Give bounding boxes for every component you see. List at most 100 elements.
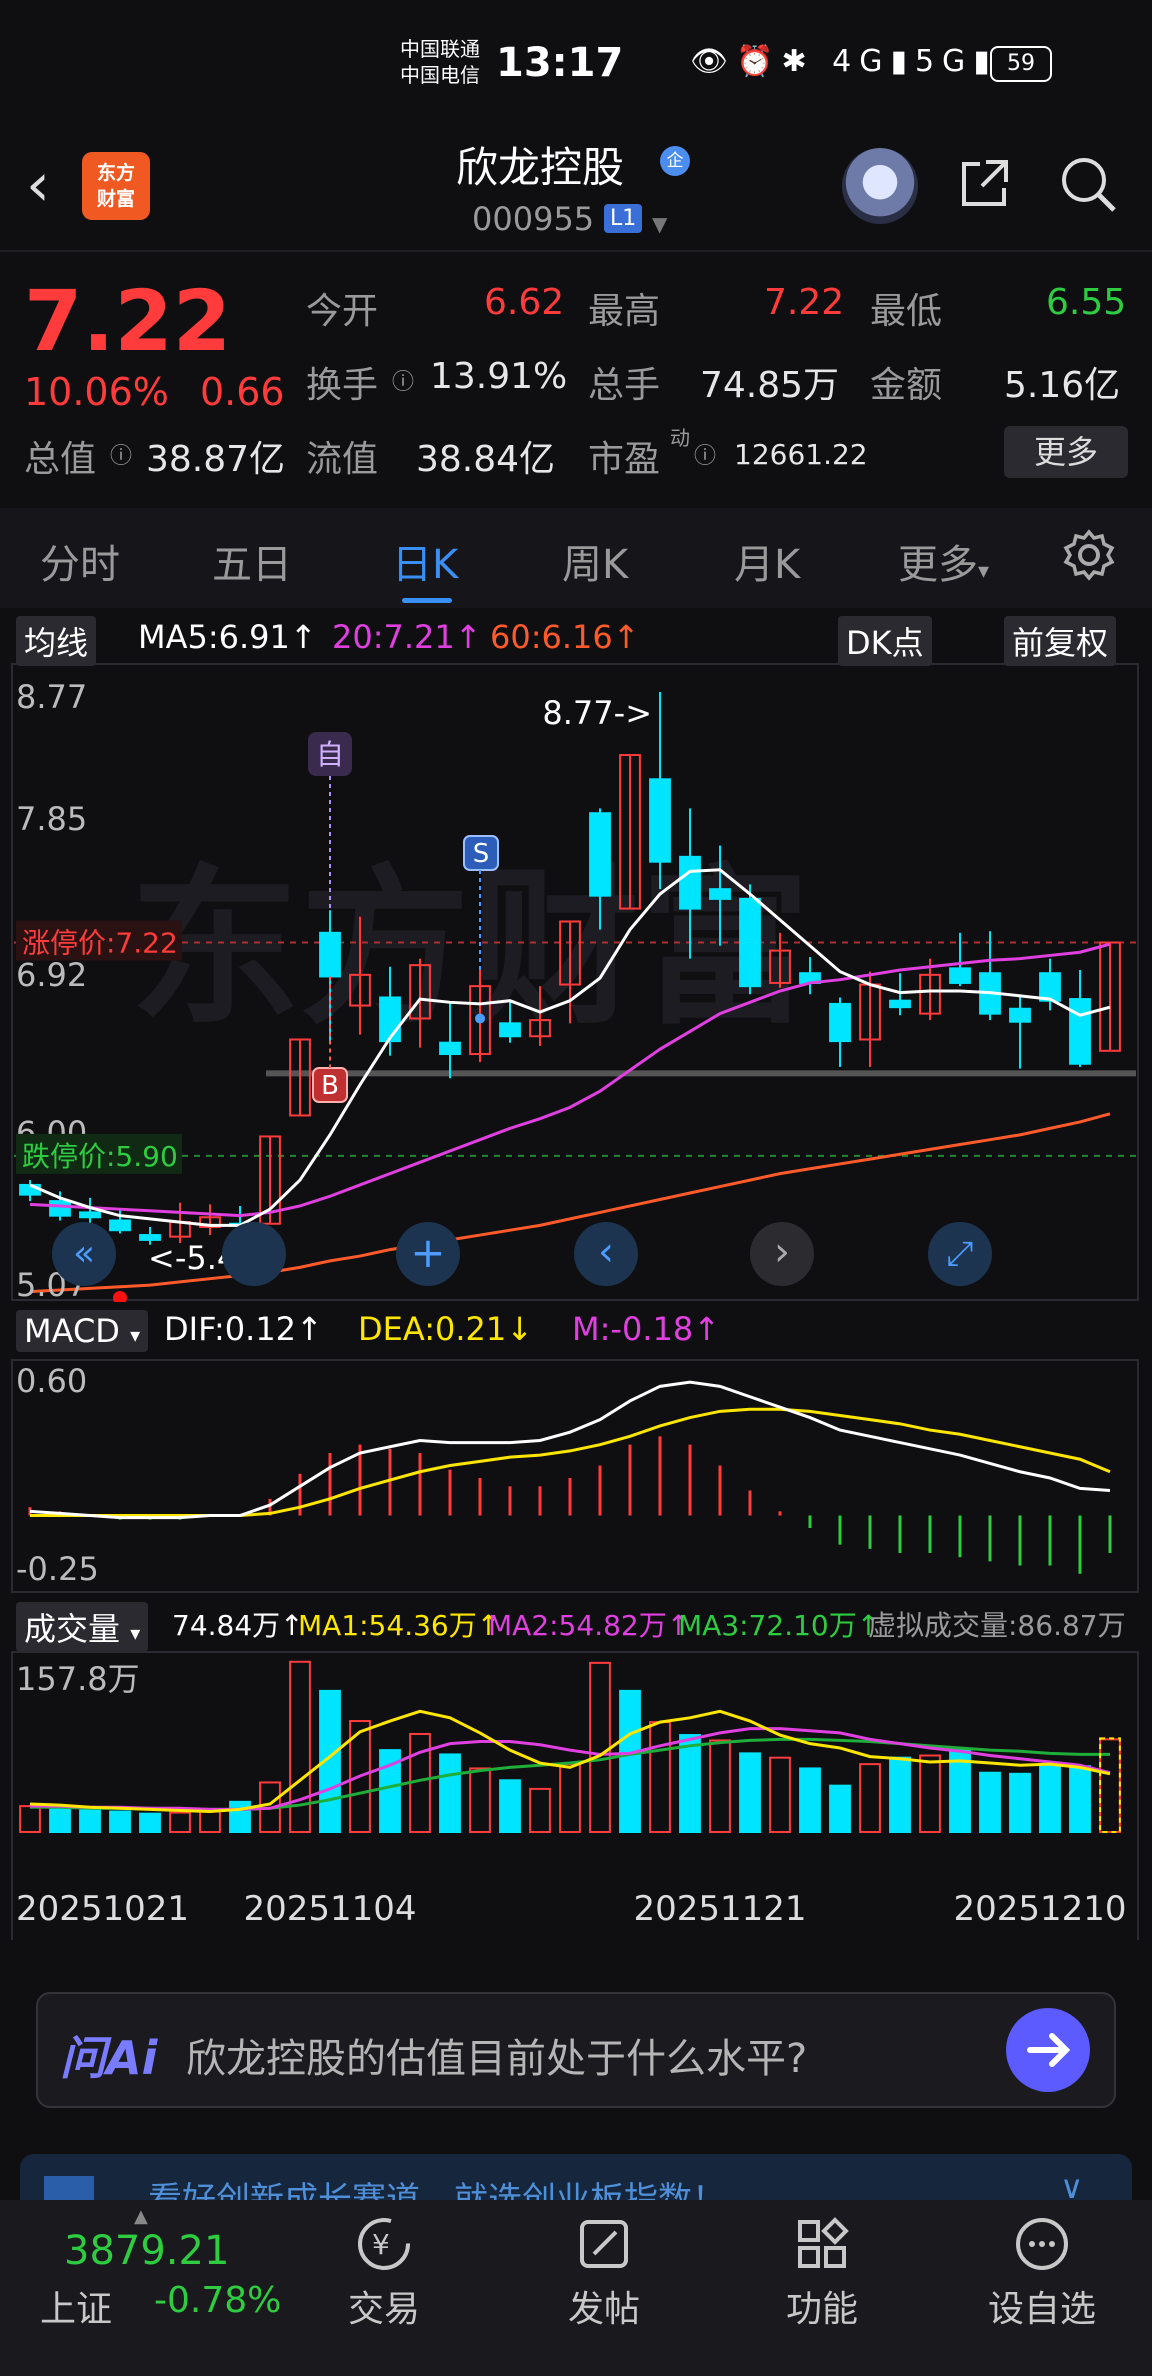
vol-ma2-line [30,1727,1111,1811]
limit-up-label: 涨停价:7.22 [22,927,178,960]
volume-bar [769,1756,791,1833]
index-change[interactable]: -0.78% [154,2280,281,2321]
candle-body [709,888,731,900]
tab-more-label: 更多 [898,542,978,588]
dk-point-button[interactable]: DK点 [838,616,932,666]
macd-name: MACD [24,1312,120,1350]
share-icon[interactable] [958,156,1012,210]
ai-submit-button[interactable] [1006,2008,1090,2092]
volume-bar [979,1771,1001,1833]
volume-bar [469,1767,491,1833]
volume-selector[interactable]: 成交量 ▾ [16,1602,149,1652]
adjust-button[interactable]: 前复权 [1004,616,1117,666]
trade-icon: ¥ [358,2218,410,2270]
volume-bar [589,1661,611,1834]
zoom-in-icon[interactable]: + [396,1222,460,1286]
battery-icon: 59 [990,46,1052,82]
macd-chart[interactable]: 0.60 -0.25 [0,1358,1152,1594]
scroll-left-icon[interactable]: ‹ [574,1222,638,1286]
min-dot [113,1291,127,1302]
back-icon[interactable]: ‹ [26,150,50,220]
tab-more[interactable]: 更多▾ [898,532,989,590]
volume-chart[interactable]: 157.8万 20251021 20251104 20251121 20251210 [0,1650,1152,1960]
vol-legend: 74.84万↑ [172,1609,304,1642]
arrow-right-icon [1027,2033,1071,2067]
pe-sup: 动 [670,426,690,450]
m-legend: M:-0.18↑ [572,1310,720,1348]
header-divider [0,250,1152,252]
index-name[interactable]: 上证 [40,2280,112,2332]
volume-value: 74.85万 [700,365,840,406]
tab-month-k[interactable]: 月K [734,532,800,590]
settings-gear-icon[interactable] [1062,528,1116,582]
level-badge[interactable]: L1 [604,204,643,233]
tab-five-day[interactable]: 五日 [212,532,292,590]
info-icon[interactable]: ⓘ [694,438,716,470]
ai-prompt[interactable]: 欣龙控股的估值目前处于什么水平? [186,2026,807,2084]
zoom-out-icon[interactable] [222,1222,286,1286]
nav-watchlist[interactable]: 设自选 [962,2212,1122,2332]
stock-name: 欣龙控股 [456,143,625,192]
x-axis-date: 20251210 [953,1889,1126,1929]
robot-assistant-icon[interactable] [842,148,918,224]
self-mark-label: 自 [316,738,344,771]
vol-ma1-line [29,1709,1111,1814]
volume-bar [229,1800,251,1834]
code-dropdown-icon[interactable]: ▼ [652,212,667,236]
nav-trade-label: 交易 [347,2289,420,2330]
status-bar: 中国联通 中国电信 13:17 👁⏰✱ 4G▮5G▮ 59 [0,0,1152,130]
volume-bar [1009,1772,1031,1833]
info-icon[interactable]: ⓘ [110,438,132,470]
scroll-far-left-icon[interactable]: « [52,1222,116,1286]
y-tick-label: 7.85 [16,800,87,838]
candle-body [319,931,341,978]
ma20-legend: 20:7.21↑ [332,618,482,656]
change-percent: 10.06% [24,370,169,414]
x-axis-date: 20251121 [633,1889,806,1929]
open-label: 今开 [306,291,379,332]
volume-bar [499,1779,521,1833]
macd-y-bottom: -0.25 [16,1550,99,1588]
candle-body [739,897,761,988]
nav-functions-label: 功能 [785,2289,858,2330]
scroll-right-icon[interactable]: › [750,1222,814,1286]
index-value[interactable]: 3879.21 [64,2228,229,2274]
volume-label: 总手 [588,365,661,406]
candlestick-chart[interactable]: 东方财富 8.777.856.926.005.07涨停价:7.22跌停价:5.9… [0,662,1152,1302]
nav-post[interactable]: 发帖 [524,2212,684,2332]
nav-functions[interactable]: 功能 [742,2212,902,2332]
candle-body [499,1022,521,1038]
turnover-value: 13.91% [430,356,568,397]
ma-indicator-selector[interactable]: 均线 [16,616,97,666]
high-value: 7.22 [764,282,845,323]
candle-body [1009,1007,1031,1023]
volume-bar [799,1767,821,1833]
carrier-info: 中国联通 中国电信 [400,36,480,88]
info-icon[interactable]: ⓘ [392,364,414,396]
nav-trade[interactable]: ¥ 交易 [304,2212,464,2332]
candle-body [649,778,671,863]
tab-day-k[interactable]: 日K [392,532,458,590]
macd-frame [11,1359,1139,1593]
ma60-legend: 60:6.16↑ [490,618,640,656]
stock-code[interactable]: 000955 [472,200,594,238]
fullscreen-icon[interactable]: ⤢ [928,1222,992,1286]
mktcap-value: 38.87亿 [146,439,286,480]
dif-legend: DIF:0.12↑ [164,1310,323,1348]
volume-bar [139,1812,161,1834]
search-icon[interactable] [1058,154,1118,214]
sell-mark-dot [475,1013,485,1024]
carrier-1: 中国联通 [400,37,480,61]
volume-bar [199,1809,221,1833]
macd-selector[interactable]: MACD ▾ [16,1310,149,1352]
low-value: 6.55 [1046,282,1127,323]
tab-intraday[interactable]: 分时 [40,532,120,590]
candle-body [829,1002,851,1043]
clock: 13:17 [496,40,624,86]
volume-bar [49,1807,71,1834]
tab-week-k[interactable]: 周K [562,532,628,590]
more-button[interactable]: 更多 [1004,426,1128,478]
volume-bar [169,1811,191,1834]
volume-bar [619,1689,641,1833]
macd-y-top: 0.60 [16,1362,87,1400]
